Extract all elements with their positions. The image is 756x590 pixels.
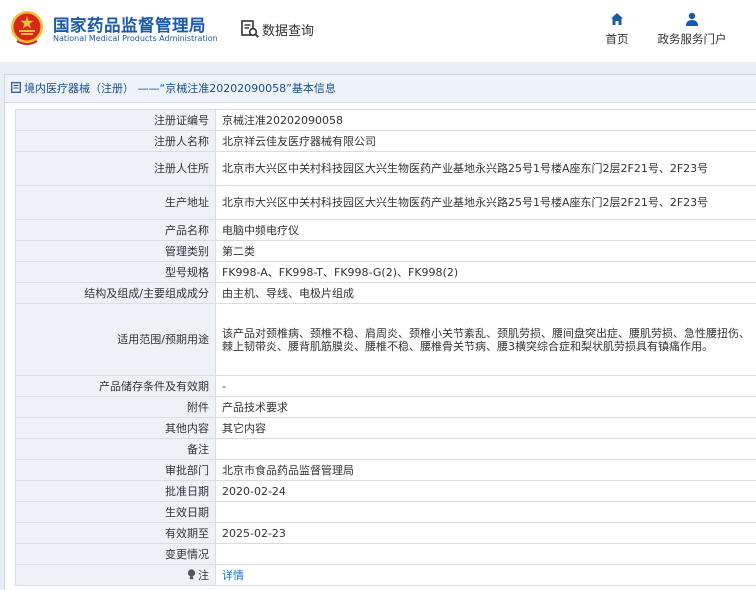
row-label: 注册人名称	[15, 130, 216, 152]
data-query-link[interactable]: 数据查询	[240, 19, 314, 39]
data-query-label: 数据查询	[262, 23, 315, 39]
document-search-icon	[241, 20, 259, 38]
table-row: 管理类别 第二类	[15, 240, 756, 262]
row-label: 批准日期	[15, 480, 216, 502]
row-value: 北京市大兴区中关村科技园区大兴生物医药产业基地永兴路25号1号楼A座东门2层2F…	[215, 185, 756, 220]
row-label: 审批部门	[15, 459, 216, 481]
row-label: 管理类别	[15, 240, 216, 262]
table-row: 注册人住所 北京市大兴区中关村科技园区大兴生物医药产业基地永兴路25号1号楼A座…	[15, 151, 756, 186]
row-value: 京械注准20202090058	[215, 109, 756, 131]
row-label: 变更情况	[15, 543, 216, 565]
row-label: 有效期至	[15, 522, 216, 544]
table-row: 注册人名称 北京祥云佳友医疗器械有限公司	[15, 130, 756, 152]
table-row: 审批部门 北京市食品药品监督管理局	[15, 459, 756, 481]
row-value: -	[215, 375, 756, 397]
breadcrumb: 境内医疗器械（注册） ——“京械注准20202090058”基本信息	[5, 75, 756, 103]
row-value	[215, 438, 756, 460]
row-label: 注册人住所	[15, 151, 216, 186]
table-row: 生效日期	[15, 501, 756, 523]
document-icon	[11, 82, 21, 93]
home-icon	[611, 13, 623, 25]
table-row: 有效期至 2025-02-23	[15, 522, 756, 544]
row-value	[215, 543, 756, 565]
table-row: 变更情况	[15, 543, 756, 565]
row-value: 其它内容	[215, 417, 756, 439]
org-name-cn: 国家药品监督管理局	[53, 16, 206, 35]
row-value-cell: 详情	[215, 564, 756, 586]
table-row: 结构及组成/主要组成成分 由主机、导线、电极片组成	[15, 282, 756, 304]
table-row: 注 详情	[15, 564, 756, 586]
row-label: 注册证编号	[15, 109, 216, 131]
row-value: 电脑中频电疗仪	[215, 219, 756, 241]
table-row: 其他内容 其它内容	[15, 417, 756, 439]
table-row: 附件 产品技术要求	[15, 396, 756, 418]
content-frame: 境内医疗器械（注册） ——“京械注准20202090058”基本信息 注册证编号…	[0, 62, 756, 590]
lightbulb-icon	[187, 568, 196, 579]
nav-home[interactable]: 首页	[600, 12, 634, 47]
nav-gov-portal-label: 政务服务门户	[657, 32, 727, 46]
row-value: 该产品对颈椎病、颈椎不稳、肩周炎、颈椎小关节紊乱、颈肌劳损、腰间盘突出症、腰肌劳…	[215, 303, 756, 376]
site-header: 国家药品监督管理局 National Medical Products Admi…	[0, 0, 756, 62]
nmpa-emblem-icon	[11, 11, 43, 45]
row-value: 北京市食品药品监督管理局	[215, 459, 756, 481]
table-row: 产品名称 电脑中频电疗仪	[15, 219, 756, 241]
table-row: 适用范围/预期用途 该产品对颈椎病、颈椎不稳、肩周炎、颈椎小关节紊乱、颈肌劳损、…	[15, 303, 756, 376]
row-label: 适用范围/预期用途	[15, 303, 216, 376]
row-value: 由主机、导线、电极片组成	[215, 282, 756, 304]
user-icon	[686, 12, 698, 26]
row-label: 生产地址	[15, 185, 216, 220]
row-label: 注	[198, 568, 209, 582]
details-link[interactable]: 详情	[222, 569, 244, 582]
table-row: 注册证编号 京械注准20202090058	[15, 109, 756, 131]
org-name-en: National Medical Products Administration	[53, 34, 218, 43]
device-info-table: 注册证编号 京械注准20202090058 注册人名称 北京祥云佳友医疗器械有限…	[15, 109, 756, 586]
breadcrumb-text: 境内医疗器械（注册） ——“京械注准20202090058”基本信息	[24, 82, 336, 95]
table-row: 产品储存条件及有效期 -	[15, 375, 756, 397]
row-label: 附件	[15, 396, 216, 418]
row-label: 型号规格	[15, 261, 216, 283]
table-row: 型号规格 FK998-A、FK998-T、FK998-G(2)、FK998(2)	[15, 261, 756, 283]
detail-panel: 境内医疗器械（注册） ——“京械注准20202090058”基本信息 注册证编号…	[4, 74, 756, 590]
row-label: 其他内容	[15, 417, 216, 439]
nav-home-label: 首页	[605, 32, 629, 46]
row-value: 2025-02-23	[215, 522, 756, 544]
row-label: 备注	[15, 438, 216, 460]
row-value	[215, 501, 756, 523]
row-label: 结构及组成/主要组成成分	[15, 282, 216, 304]
row-value: 2020-02-24	[215, 480, 756, 502]
row-label: 产品储存条件及有效期	[15, 375, 216, 397]
row-value: 北京市大兴区中关村科技园区大兴生物医药产业基地永兴路25号1号楼A座东门2层2F…	[215, 151, 756, 186]
row-label: 生效日期	[15, 501, 216, 523]
note-label-cell: 注	[15, 564, 216, 586]
table-row: 备注	[15, 438, 756, 460]
nav-gov-portal[interactable]: 政务服务门户	[652, 12, 732, 47]
row-value: 第二类	[215, 240, 756, 262]
table-row: 批准日期 2020-02-24	[15, 480, 756, 502]
row-value: FK998-A、FK998-T、FK998-G(2)、FK998(2)	[215, 261, 756, 283]
row-value: 产品技术要求	[215, 396, 756, 418]
row-value: 北京祥云佳友医疗器械有限公司	[215, 130, 756, 152]
table-row: 生产地址 北京市大兴区中关村科技园区大兴生物医药产业基地永兴路25号1号楼A座东…	[15, 185, 756, 220]
row-label: 产品名称	[15, 219, 216, 241]
